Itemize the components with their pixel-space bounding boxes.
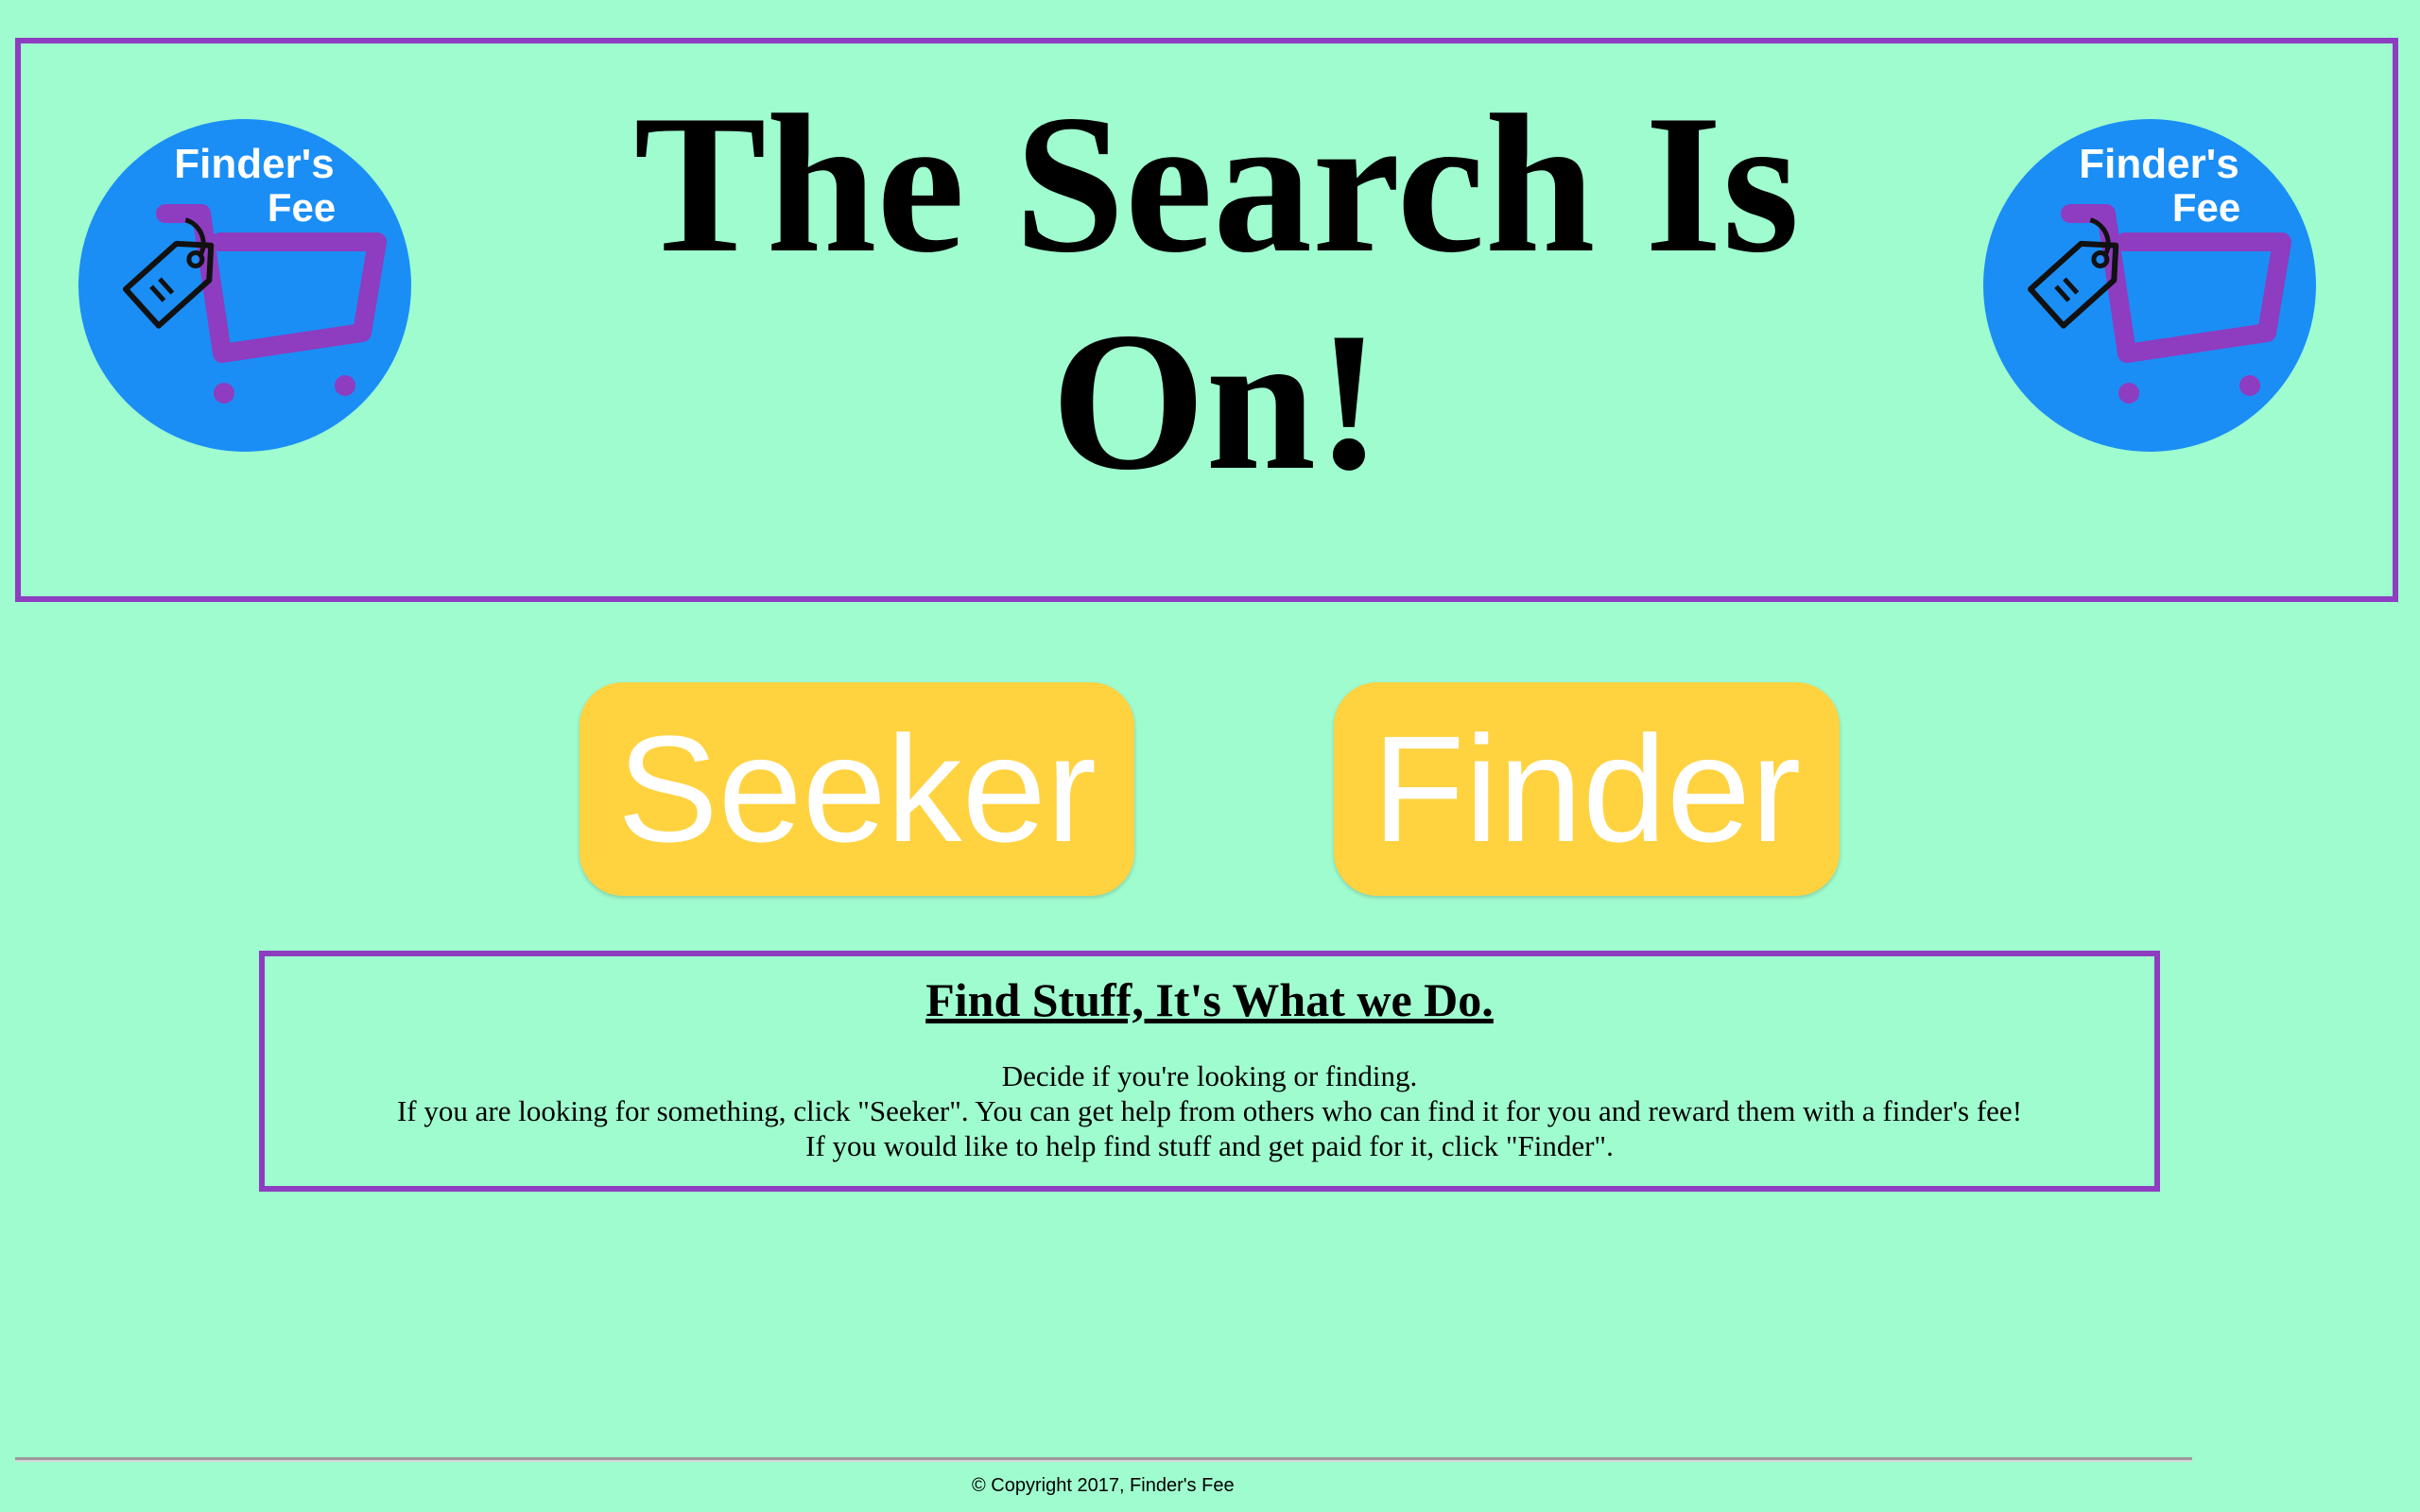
header-banner: Finder's Fee The Search Is On! Finder's … <box>15 38 2398 602</box>
footer-divider <box>15 1457 2192 1462</box>
page-title: The Search Is On! <box>633 75 1800 511</box>
logo-text-line1: Finder's <box>174 141 334 187</box>
seeker-button[interactable]: Seeker <box>579 682 1134 896</box>
info-line: Decide if you're looking or finding. <box>1001 1059 1418 1092</box>
shopping-cart-icon: Finder's Fee <box>1983 119 2316 452</box>
info-line: If you would like to help find stuff and… <box>805 1129 1614 1162</box>
logo-text-line2: Fee <box>2172 185 2240 230</box>
logo-text-line1: Finder's <box>2079 141 2238 187</box>
footer-copyright: © Copyright 2017, Finder's Fee <box>972 1475 1235 1496</box>
shopping-cart-icon: Finder's Fee <box>78 119 411 452</box>
logo-text-line2: Fee <box>268 185 336 230</box>
info-line: If you are looking for something, click … <box>396 1094 2023 1127</box>
info-text: Decide if you're looking or finding. If … <box>265 1058 2154 1163</box>
finders-fee-logo-right: Finder's Fee <box>1983 119 2316 452</box>
finders-fee-logo-left: Finder's Fee <box>78 119 411 452</box>
finder-button[interactable]: Finder <box>1334 682 1840 896</box>
info-heading: Find Stuff, It's What we Do. <box>925 973 1494 1026</box>
info-box: Find Stuff, It's What we Do. Decide if y… <box>259 951 2160 1192</box>
